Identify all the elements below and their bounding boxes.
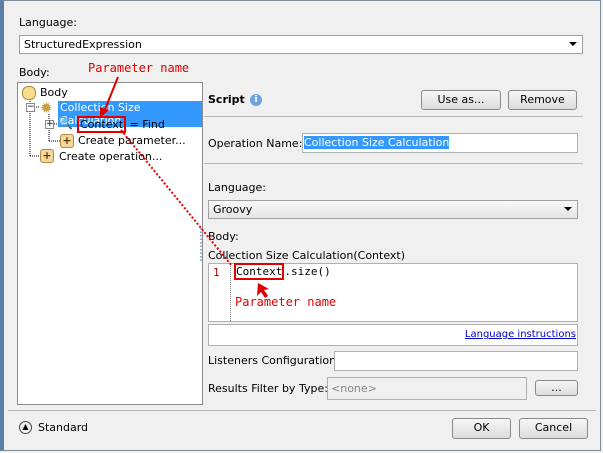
body-icon	[22, 86, 36, 100]
chevron-down-icon	[564, 207, 572, 211]
add-icon: +	[60, 134, 74, 148]
cancel-button[interactable]: Cancel	[519, 418, 588, 439]
tree-root[interactable]: Body	[40, 86, 68, 99]
expand-icon[interactable]: +	[45, 120, 54, 129]
parameter-type: = Find	[126, 118, 165, 131]
listeners-input[interactable]	[334, 351, 578, 371]
browse-button[interactable]: ...	[535, 380, 578, 396]
body-label: Body:	[19, 66, 50, 79]
language-combo[interactable]: StructuredExpression	[19, 35, 583, 54]
script-title: Script	[208, 93, 245, 106]
code-param: Context	[234, 263, 285, 280]
script-language-value: Groovy	[213, 203, 253, 216]
results-filter-field[interactable]: <none>	[327, 377, 527, 400]
chevron-down-icon	[569, 42, 577, 46]
language-label: Language:	[19, 16, 77, 29]
create-parameter[interactable]: Create parameter...	[78, 134, 186, 147]
results-filter-label: Results Filter by Type:	[208, 382, 328, 395]
divider	[204, 116, 583, 117]
instructions-bar: Language instructions	[208, 324, 578, 346]
annotation-bottom: Parameter name	[235, 295, 337, 309]
remove-button[interactable]: Remove	[508, 90, 577, 110]
use-as-button[interactable]: Use as...	[421, 90, 501, 110]
listeners-label: Listeners Configuration:	[208, 354, 340, 367]
info-icon[interactable]: i	[250, 94, 262, 106]
add-icon: +	[40, 149, 54, 163]
gutter-line	[230, 264, 231, 321]
script-language-combo[interactable]: Groovy	[208, 200, 578, 219]
standard-toggle[interactable]: Standard	[38, 421, 88, 434]
code-rest: .size()	[284, 265, 331, 278]
operation-name-input[interactable]: Collection Size Calculation	[302, 133, 578, 153]
search-icon: 🔍	[58, 116, 73, 130]
annotation-top: Parameter name	[88, 61, 190, 75]
tree-parameter[interactable]: Context = Find	[77, 116, 165, 133]
language-value: StructuredExpression	[24, 38, 142, 51]
script-language-label: Language:	[208, 181, 266, 194]
operation-name-value: Collection Size Calculation	[304, 136, 450, 149]
code-line: Context .size()	[234, 263, 331, 280]
chevron-up-icon[interactable]: ▲	[19, 421, 32, 434]
divider	[204, 163, 583, 164]
gear-icon: ✹	[40, 99, 53, 117]
collapse-icon[interactable]: −	[26, 103, 35, 112]
code-editor[interactable]: 1 Context .size() Parameter name	[208, 263, 578, 322]
language-instructions-link[interactable]: Language instructions	[465, 329, 576, 340]
create-operation[interactable]: Create operation...	[59, 150, 162, 163]
ok-button[interactable]: OK	[452, 418, 511, 439]
signature: Collection Size Calculation(Context)	[208, 249, 406, 262]
line-number: 1	[213, 266, 220, 279]
script-body-label: Body:	[208, 230, 239, 243]
operation-name-label: Operation Name:	[208, 137, 303, 150]
divider	[8, 410, 596, 411]
body-tree[interactable]: Body − ✹ Collection Size Calculation + 🔍…	[17, 82, 203, 405]
parameter-name: Context	[77, 116, 127, 133]
